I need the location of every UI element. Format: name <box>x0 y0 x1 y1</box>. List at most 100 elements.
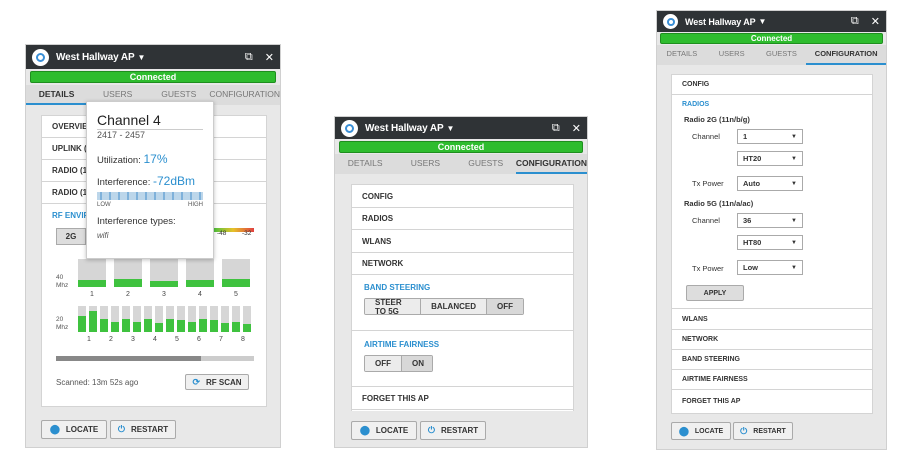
channel-40-bar[interactable] <box>150 259 178 287</box>
chevron-down-icon[interactable]: ▼ <box>759 17 767 26</box>
row-radios[interactable]: RADIOS <box>352 208 573 230</box>
locate-button[interactable]: ⬤ LOCATE <box>41 420 107 439</box>
tab-users[interactable]: USERS <box>395 154 455 174</box>
channel-20-bar[interactable] <box>111 306 119 332</box>
close-icon[interactable]: ✕ <box>265 51 274 64</box>
tab-guests[interactable]: GUESTS <box>757 45 807 65</box>
status-connected: Connected <box>30 71 276 83</box>
panel-header: West Hallway AP ▼ ⧉ ✕ <box>335 117 587 139</box>
channel-40-bar[interactable] <box>186 259 214 287</box>
close-icon[interactable]: ✕ <box>871 15 880 28</box>
row-wlans[interactable]: WLANS <box>352 230 573 253</box>
row-network[interactable]: NETWORK <box>672 330 872 350</box>
channel-20-bar[interactable] <box>166 306 174 332</box>
locate-button[interactable]: ⬤ LOCATE <box>351 421 417 440</box>
band-steering-section: BAND STEERING STEER TO 5G BALANCED OFF <box>352 275 573 331</box>
popout-icon[interactable]: ⧉ <box>552 122 560 135</box>
channel-20-bar[interactable] <box>144 306 152 332</box>
band-2g-button[interactable]: 2G <box>56 228 86 245</box>
row-forget-ap[interactable]: FORGET THIS AP <box>352 387 573 410</box>
tx-power-5g-select[interactable]: Low ▼ <box>737 260 803 275</box>
channel-20-bar[interactable] <box>210 306 218 332</box>
tab-bar: DETAILS USERS GUESTS CONFIGURATION <box>657 45 886 65</box>
utilization-label: Utilization: <box>97 155 141 166</box>
tab-configuration[interactable]: CONFIGURATION <box>515 154 587 174</box>
status-connected: Connected <box>339 141 583 153</box>
tab-guests[interactable]: GUESTS <box>456 154 516 174</box>
power-icon: ⏻ <box>427 425 435 435</box>
popout-icon[interactable]: ⧉ <box>245 51 253 64</box>
width-2g-select[interactable]: HT20 ▼ <box>737 151 803 166</box>
row-wlans[interactable]: WLANS <box>672 309 872 330</box>
right-panel: West Hallway AP ▼ ⧉ ✕ Connected DETAILS … <box>656 10 887 450</box>
channel-2g-select[interactable]: 1 ▼ <box>737 129 803 144</box>
channel-20-bar[interactable] <box>177 306 185 332</box>
channel-40-bar[interactable] <box>78 259 106 287</box>
width-5g-select[interactable]: HT80 ▼ <box>737 235 803 250</box>
channel-20-label: 8 <box>241 336 245 343</box>
channel-20-bar[interactable] <box>243 306 251 332</box>
tooltip-channel: Channel 4 <box>97 112 161 128</box>
restart-button[interactable]: ⏻ RESTART <box>420 421 486 440</box>
tab-configuration[interactable]: CONFIGURATION <box>209 85 280 105</box>
channel-20-bar[interactable] <box>89 306 97 332</box>
refresh-icon: ⟳ <box>192 376 200 387</box>
high-label: HIGH <box>188 202 203 208</box>
channel-20-bar[interactable] <box>188 306 196 332</box>
ap-name[interactable]: West Hallway AP <box>365 123 444 134</box>
channel-40-label: 4 <box>198 291 202 298</box>
row-band-steering[interactable]: BAND STEERING <box>672 350 872 370</box>
channel-5g-select[interactable]: 36 ▼ <box>737 213 803 228</box>
channel-20-bar[interactable] <box>122 306 130 332</box>
interference-label: Interference: <box>97 177 151 188</box>
power-icon: ⏻ <box>117 424 125 434</box>
tab-details[interactable]: DETAILS <box>657 45 707 65</box>
row-forget-ap[interactable]: FORGET THIS AP <box>672 390 872 412</box>
middle-panel: West Hallway AP ▼ ⧉ ✕ Connected DETAILS … <box>334 116 588 448</box>
af-off-option[interactable]: OFF <box>365 356 402 371</box>
balanced-option[interactable]: BALANCED <box>421 299 487 314</box>
channel-20-bar[interactable] <box>78 306 86 332</box>
row-airtime-fairness[interactable]: AIRTIME FAIRNESS <box>672 370 872 390</box>
tab-details[interactable]: DETAILS <box>335 154 395 174</box>
tab-users[interactable]: USERS <box>707 45 757 65</box>
channel-20-bar[interactable] <box>221 306 229 332</box>
tab-configuration[interactable]: CONFIGURATION <box>806 45 886 65</box>
channel-20-bar[interactable] <box>232 306 240 332</box>
chevron-down-icon[interactable]: ▼ <box>138 53 146 62</box>
channel-20-bar[interactable] <box>155 306 163 332</box>
power-icon: ⏻ <box>740 425 748 436</box>
tab-details[interactable]: DETAILS <box>26 85 88 105</box>
left-panel: West Hallway AP ▼ ⧉ ✕ Connected DETAILS … <box>25 44 281 448</box>
popout-icon[interactable]: ⧉ <box>851 15 859 28</box>
config-body: CONFIG RADIOS WLANS NETWORK BAND STEERIN… <box>351 184 574 411</box>
channel-40-label: 3 <box>162 291 166 298</box>
locate-button[interactable]: ⬤ LOCATE <box>671 422 731 440</box>
ap-name[interactable]: West Hallway AP <box>685 17 756 27</box>
off-option[interactable]: OFF <box>487 299 523 314</box>
channel-20-label: 5 <box>175 336 179 343</box>
row-config[interactable]: CONFIG <box>672 75 872 95</box>
channel-40-bar[interactable] <box>114 259 142 287</box>
ap-name[interactable]: West Hallway AP <box>56 52 135 63</box>
low-label: LOW <box>97 202 111 208</box>
restart-button[interactable]: ⏻ RESTART <box>110 420 176 439</box>
chevron-down-icon[interactable]: ▼ <box>447 124 455 133</box>
airtime-fairness-section: AIRTIME FAIRNESS OFF ON <box>352 331 573 387</box>
row-config[interactable]: CONFIG <box>352 185 573 208</box>
channel-20-bar[interactable] <box>100 306 108 332</box>
rf-scan-button[interactable]: ⟳ RF SCAN <box>185 374 249 390</box>
channel-20-bar[interactable] <box>133 306 141 332</box>
tx-power-2g-select[interactable]: Auto ▼ <box>737 176 803 191</box>
panel-header: West Hallway AP ▼ ⧉ ✕ <box>26 45 280 69</box>
restart-button[interactable]: ⏻ RESTART <box>733 422 793 440</box>
apply-button[interactable]: APPLY <box>686 285 744 301</box>
close-icon[interactable]: ✕ <box>572 122 581 135</box>
channel-20-bar[interactable] <box>199 306 207 332</box>
channel-40-bar[interactable] <box>222 259 250 287</box>
steer-to-5g-option[interactable]: STEER TO 5G <box>365 299 422 314</box>
af-on-option[interactable]: ON <box>402 356 432 371</box>
tooltip-range: 2417 - 2457 <box>97 129 203 140</box>
row-network[interactable]: NETWORK <box>352 253 573 275</box>
band-steering-title: BAND STEERING <box>364 283 431 292</box>
